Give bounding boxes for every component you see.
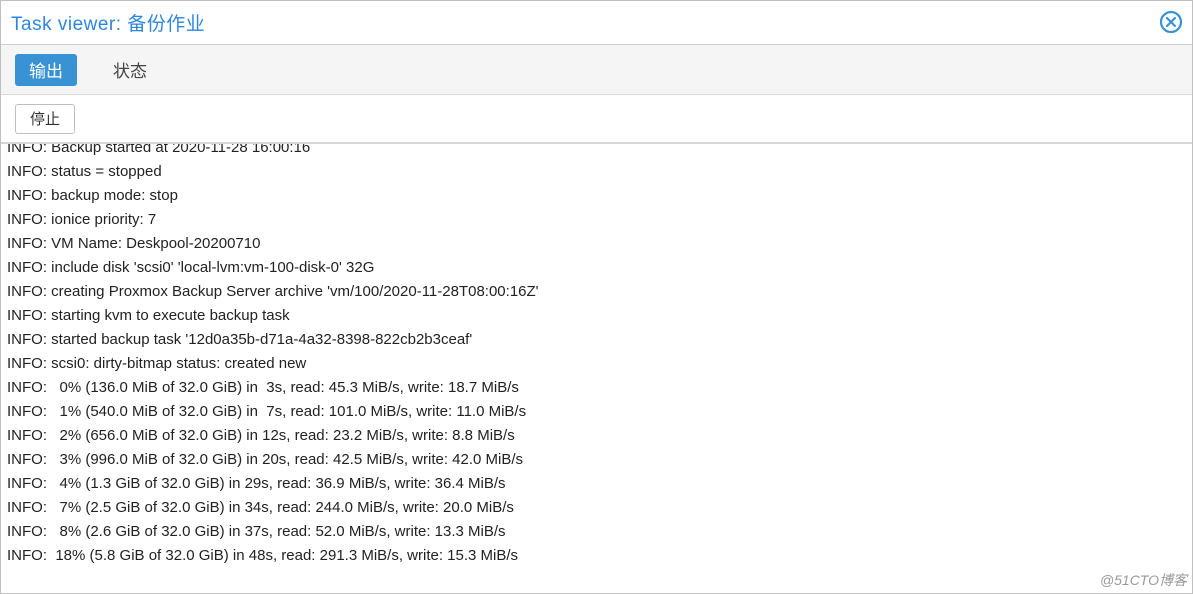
log-line: INFO: Backup started at 2020-11-28 16:00…: [7, 144, 1186, 160]
log-output-wrap: INFO: Backup started at 2020-11-28 16:00…: [1, 143, 1192, 593]
log-line: INFO: status = stopped: [7, 160, 1186, 184]
log-line: INFO: 7% (2.5 GiB of 32.0 GiB) in 34s, r…: [7, 496, 1186, 520]
log-line: INFO: 8% (2.6 GiB of 32.0 GiB) in 37s, r…: [7, 520, 1186, 544]
log-line: INFO: 2% (656.0 MiB of 32.0 GiB) in 12s,…: [7, 424, 1186, 448]
log-line: INFO: VM Name: Deskpool-20200710: [7, 232, 1186, 256]
log-line: INFO: 3% (996.0 MiB of 32.0 GiB) in 20s,…: [7, 448, 1186, 472]
titlebar: Task viewer: 备份作业: [1, 1, 1192, 45]
close-button[interactable]: [1158, 9, 1184, 35]
window-title: Task viewer: 备份作业: [11, 9, 205, 36]
log-line: INFO: 18% (5.8 GiB of 32.0 GiB) in 48s, …: [7, 544, 1186, 568]
tab-status[interactable]: 状态: [99, 54, 161, 86]
log-line: INFO: backup mode: stop: [7, 184, 1186, 208]
log-line: INFO: scsi0: dirty-bitmap status: create…: [7, 352, 1186, 376]
log-line: INFO: starting kvm to execute backup tas…: [7, 304, 1186, 328]
task-viewer-window: Task viewer: 备份作业 输出 状态 停止 INFO: Backup …: [0, 0, 1193, 594]
log-line: INFO: include disk 'scsi0' 'local-lvm:vm…: [7, 256, 1186, 280]
log-output[interactable]: INFO: Backup started at 2020-11-28 16:00…: [1, 144, 1192, 593]
toolbar: 停止: [1, 95, 1192, 143]
tabbar: 输出 状态: [1, 45, 1192, 95]
log-line: INFO: ionice priority: 7: [7, 208, 1186, 232]
log-line: INFO: started backup task '12d0a35b-d71a…: [7, 328, 1186, 352]
tab-output[interactable]: 输出: [15, 54, 77, 86]
close-icon: [1159, 10, 1183, 34]
log-line: INFO: 0% (136.0 MiB of 32.0 GiB) in 3s, …: [7, 376, 1186, 400]
log-line: INFO: 4% (1.3 GiB of 32.0 GiB) in 29s, r…: [7, 472, 1186, 496]
log-line: INFO: 1% (540.0 MiB of 32.0 GiB) in 7s, …: [7, 400, 1186, 424]
log-line: INFO: creating Proxmox Backup Server arc…: [7, 280, 1186, 304]
stop-button[interactable]: 停止: [15, 104, 75, 134]
